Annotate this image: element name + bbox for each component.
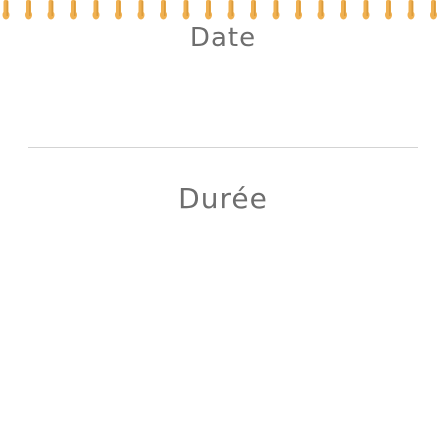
binding-ring-icon — [272, 0, 280, 20]
binding-ring-icon — [430, 0, 437, 20]
binding-ring-icon — [115, 0, 122, 20]
calendar-card: Date Durée — [0, 0, 446, 426]
duration-label: Durée — [178, 182, 268, 215]
binding-ring-icon — [407, 0, 415, 20]
binding-ring-icon — [160, 0, 167, 20]
binding-ring-icon — [340, 0, 347, 20]
divider — [28, 147, 418, 148]
binding-ring-icon — [385, 0, 392, 20]
binding-ring-icon — [227, 0, 235, 20]
binding-ring-icon — [2, 0, 10, 20]
binding-ring-icon — [92, 0, 100, 20]
binding-ring-icon — [317, 0, 325, 20]
binding-ring-icon — [250, 0, 257, 20]
binding-ring-icon — [47, 0, 55, 20]
binding-ring-icon — [137, 0, 145, 20]
binding-ring-icon — [25, 0, 32, 20]
date-label: Date — [189, 23, 257, 53]
binding-ring-icon — [362, 0, 370, 20]
binding-ring-icon — [205, 0, 212, 20]
binding-ring-icon — [70, 0, 77, 20]
binding-ring-icon — [295, 0, 302, 20]
binding-ring-icon — [182, 0, 190, 20]
